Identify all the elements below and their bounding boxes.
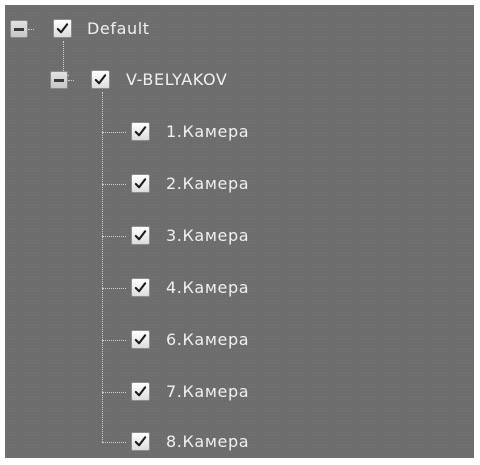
checkmark-icon <box>134 126 147 137</box>
checkmark-icon <box>134 334 147 345</box>
tree-node-camera[interactable]: 2.Камера <box>5 173 465 195</box>
camera-checkbox[interactable] <box>131 278 150 297</box>
camera-label: 4.Камера <box>166 278 250 297</box>
camera-checkbox[interactable] <box>131 122 150 141</box>
tree-node-camera[interactable]: 4.Камера <box>5 277 465 299</box>
tree-connector-camera <box>102 184 126 185</box>
camera-label: 2.Камера <box>166 174 250 193</box>
tree-connector-camera <box>102 236 126 237</box>
minus-icon <box>14 27 24 31</box>
camera-label: 3.Камера <box>166 226 250 245</box>
tree-node-camera[interactable]: 8.Камера <box>5 431 465 453</box>
camera-checkbox[interactable] <box>131 382 150 401</box>
default-checkbox[interactable] <box>53 19 72 38</box>
server-checkbox[interactable] <box>91 70 110 89</box>
tree-connector-camera <box>102 392 126 393</box>
checkmark-icon <box>134 230 147 241</box>
tree-node-server[interactable]: V-BELYAKOV <box>5 69 465 91</box>
tree-connector-camera <box>102 340 126 341</box>
camera-checkbox[interactable] <box>131 174 150 193</box>
camera-label: 6.Камера <box>166 330 250 349</box>
checkmark-icon <box>56 23 69 34</box>
checkmark-icon <box>134 282 147 293</box>
camera-checkbox[interactable] <box>131 226 150 245</box>
tree-node-camera[interactable]: 3.Камера <box>5 225 465 247</box>
tree-node-camera[interactable]: 1.Камера <box>5 121 465 143</box>
tree-connector-camera <box>102 442 126 443</box>
camera-label: 7.Камера <box>166 382 250 401</box>
tree-connector-default-horizontal <box>28 29 34 30</box>
collapse-default-button[interactable] <box>10 20 28 38</box>
tree-node-camera[interactable]: 7.Камера <box>5 381 465 403</box>
camera-label: 1.Камера <box>166 122 250 141</box>
tree-connector-camera <box>102 288 126 289</box>
tree-node-default[interactable]: Default <box>5 18 465 40</box>
camera-checkbox[interactable] <box>131 432 150 451</box>
collapse-server-button[interactable] <box>50 71 68 89</box>
default-label: Default <box>87 19 150 38</box>
camera-label: 8.Камера <box>166 432 250 451</box>
minus-icon <box>54 78 64 82</box>
server-label: V-BELYAKOV <box>126 70 228 89</box>
checkmark-icon <box>94 74 107 85</box>
checkmark-icon <box>134 178 147 189</box>
checkmark-icon <box>134 436 147 447</box>
checkmark-icon <box>134 386 147 397</box>
tree-node-camera[interactable]: 6.Камера <box>5 329 465 351</box>
device-tree-panel: Default V-BELYAKOV 1.Камера 2.Камера 3.К… <box>5 5 474 458</box>
tree-connector-server-horizontal <box>68 80 74 81</box>
camera-checkbox[interactable] <box>131 330 150 349</box>
tree-connector-camera <box>102 132 126 133</box>
